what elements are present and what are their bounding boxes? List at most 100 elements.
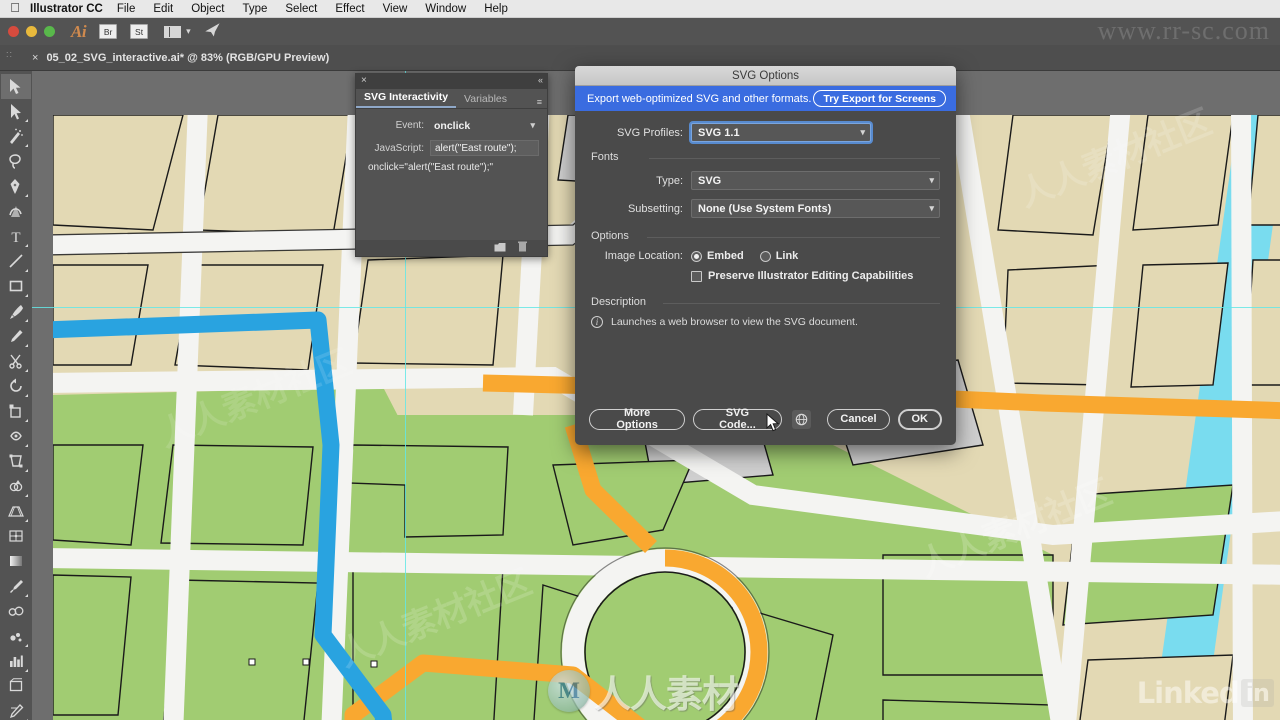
direct-selection-tool[interactable] — [1, 99, 31, 124]
maximize-window-button[interactable] — [44, 26, 55, 37]
scissors-tool[interactable] — [1, 349, 31, 374]
banner-text: Export web-optimized SVG and other forma… — [587, 92, 812, 105]
os-menu-item-window[interactable]: Window — [425, 3, 466, 15]
scale-tool[interactable] — [1, 399, 31, 424]
more-options-button[interactable]: More Options — [589, 407, 686, 431]
description-section-header: Description — [591, 296, 940, 308]
tab-variables[interactable]: Variables — [456, 91, 515, 108]
arrange-documents-button[interactable]: ▾ — [164, 25, 191, 38]
perspective-grid-tool[interactable] — [1, 499, 31, 524]
lasso-icon — [9, 154, 21, 169]
tool-group-indicator — [25, 519, 28, 522]
close-icon[interactable]: × — [32, 52, 38, 64]
illustrator-window: .bg{fill:#e3d9b4} .gr{fill:#a1cc72} .bl{… — [0, 0, 1280, 720]
svg-interactivity-panel[interactable]: × « SVG Interactivity Variables ≡ Event:… — [355, 73, 548, 257]
tool-group-indicator — [25, 444, 28, 447]
lasso-tool[interactable] — [1, 149, 31, 174]
eyedropper-tool[interactable] — [1, 574, 31, 599]
subsetting-row: Subsetting: None (Use System Fonts) ▾ — [591, 199, 940, 218]
cancel-button[interactable]: Cancel — [827, 408, 890, 430]
line-icon — [9, 254, 23, 268]
curvature-tool[interactable] — [1, 199, 31, 224]
panel-collapse-icon[interactable]: « — [538, 75, 543, 85]
artboard-tool[interactable] — [1, 674, 31, 699]
minimize-window-button[interactable] — [26, 26, 37, 37]
tab-svg-interactivity[interactable]: SVG Interactivity — [356, 89, 457, 108]
tools-panel[interactable]: T — [0, 71, 32, 720]
svg-options-dialog[interactable]: SVG Options Export web-optimized SVG and… — [575, 66, 956, 445]
svg-text:T: T — [11, 230, 20, 245]
free-transform-tool[interactable] — [1, 449, 31, 474]
preserve-editing-checkbox[interactable] — [691, 270, 702, 282]
svg-code-button[interactable]: SVG Code... — [693, 407, 782, 431]
mesh-tool[interactable] — [1, 524, 31, 549]
chevron-down-icon: ▾ — [860, 127, 865, 137]
blend-tool[interactable] — [1, 599, 31, 624]
svg-profiles-select[interactable]: SVG 1.1 ▾ — [691, 123, 871, 142]
tool-group-indicator — [25, 644, 28, 647]
paintbrush-tool[interactable] — [1, 299, 31, 324]
slice-tool[interactable] — [1, 699, 31, 720]
radio-embed[interactable] — [691, 250, 702, 262]
stock-icon[interactable]: St — [130, 24, 149, 39]
os-menu-item-select[interactable]: Select — [285, 3, 317, 15]
pencil-tool[interactable] — [1, 324, 31, 349]
magic-wand-tool[interactable] — [1, 124, 31, 149]
share-plane-icon[interactable] — [203, 22, 223, 41]
shape-builder-tool[interactable] — [1, 474, 31, 499]
pen-tool[interactable] — [1, 174, 31, 199]
type-icon: T — [11, 230, 20, 245]
event-select[interactable]: onclick ▾ — [430, 117, 539, 134]
blend-icon — [8, 606, 24, 616]
font-type-select[interactable]: SVG ▾ — [691, 171, 940, 190]
os-menu-item-edit[interactable]: Edit — [153, 3, 173, 15]
os-menu-item-type[interactable]: Type — [242, 3, 267, 15]
os-menu-app-name[interactable]: Illustrator CC — [30, 3, 103, 15]
os-menu-item-help[interactable]: Help — [484, 3, 508, 15]
os-menu-item-effect[interactable]: Effect — [335, 3, 364, 15]
application-bar: Ai Br St ▾ — [0, 18, 1280, 45]
subsetting-value: None (Use System Fonts) — [698, 202, 832, 215]
symbol-sprayer-tool[interactable] — [1, 624, 31, 649]
preserve-editing-label[interactable]: Preserve Illustrator Editing Capabilitie… — [708, 270, 913, 282]
dialog-body: SVG Profiles: SVG 1.1 ▾ Fonts Type: SVG … — [575, 111, 956, 328]
selection-tool[interactable] — [1, 74, 31, 99]
javascript-input[interactable]: alert("East route"); — [430, 140, 539, 156]
type-tool[interactable]: T — [1, 224, 31, 249]
column-graph-tool[interactable] — [1, 649, 31, 674]
line-segment-tool[interactable] — [1, 249, 31, 274]
panel-body: Event: onclick ▾ JavaScript: alert("East… — [356, 109, 547, 256]
radio-link-label[interactable]: Link — [776, 250, 799, 262]
delete-entry-icon[interactable] — [518, 241, 527, 255]
tool-group-indicator — [25, 469, 28, 472]
interactivity-code-line[interactable]: onclick="alert("East route");" — [364, 162, 539, 173]
new-entry-icon[interactable] — [494, 242, 506, 255]
panel-tabs[interactable]: SVG Interactivity Variables ≡ — [356, 89, 547, 109]
graph-icon — [10, 655, 23, 667]
os-menu-item-object[interactable]: Object — [191, 3, 224, 15]
radio-embed-label[interactable]: Embed — [707, 250, 744, 262]
ok-button[interactable]: OK — [897, 408, 942, 430]
os-menu-item-view[interactable]: View — [383, 3, 408, 15]
close-window-button[interactable] — [8, 26, 19, 37]
slice-icon — [9, 704, 24, 719]
rotate-tool[interactable] — [1, 374, 31, 399]
os-menu-item-file[interactable]: File — [117, 3, 136, 15]
panel-menu-icon[interactable]: ≡ — [537, 98, 542, 107]
subsetting-select[interactable]: None (Use System Fonts) ▾ — [691, 199, 940, 218]
window-controls[interactable] — [8, 26, 55, 37]
paintbrush-icon — [10, 305, 23, 319]
os-menu-bar[interactable]:  Illustrator CC File Edit Object Type Selec… — [0, 0, 1280, 18]
width-tool[interactable] — [1, 424, 31, 449]
bridge-icon[interactable]: Br — [99, 24, 118, 39]
globe-preview-icon[interactable] — [791, 409, 812, 429]
javascript-label: JavaScript: — [374, 142, 424, 154]
chevron-down-icon: ▾ — [929, 175, 934, 185]
panel-close-icon[interactable]: × — [361, 75, 367, 86]
apple-icon[interactable]:  — [0, 1, 30, 16]
gradient-tool[interactable] — [1, 549, 31, 574]
rectangle-tool[interactable] — [1, 274, 31, 299]
radio-link[interactable] — [759, 250, 771, 262]
try-export-for-screens-button[interactable]: Try Export for Screens — [813, 90, 946, 107]
document-tab[interactable]: × 05_02_SVG_interactive.ai* @ 83% (RGB/G… — [32, 45, 329, 71]
